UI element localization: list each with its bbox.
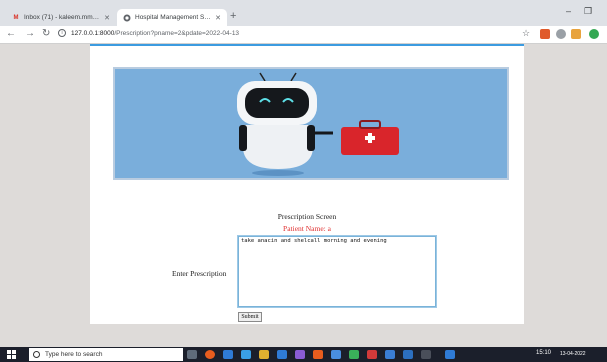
bookmark-star-icon[interactable]: ☆ [522, 28, 530, 39]
page-body: Prescription Screen Patient Name: a Ente… [90, 46, 524, 324]
taskbar-date: 13-04-2022 [560, 351, 586, 357]
url-path: /Prescription?pname=2&pdate=2022-04-13 [114, 29, 240, 37]
prescription-textarea[interactable]: take anacin and shelcall morning and eve… [237, 235, 437, 308]
patient-name: Patient Name: a [283, 224, 331, 233]
reload-icon[interactable]: ↻ [42, 28, 50, 39]
close-tab-icon[interactable]: ✕ [104, 14, 110, 22]
windows-taskbar: Type here to search 15:10 13-04-2022 [0, 347, 607, 362]
edge-icon[interactable] [223, 350, 233, 359]
app-icon[interactable] [367, 350, 377, 359]
banner-image [113, 67, 509, 180]
taskbar-time: 15:10 [536, 350, 552, 356]
tab-title: Inbox (71) - kaleem.mmd@gmai [24, 14, 100, 21]
close-tab-icon[interactable]: ✕ [215, 14, 221, 22]
extension-icon[interactable] [571, 29, 581, 39]
prescription-label: Enter Prescription [172, 269, 227, 278]
page-title: Prescription Screen [277, 212, 337, 221]
extension-icon[interactable] [540, 29, 550, 39]
globe-icon [123, 14, 131, 22]
tab-hospital[interactable]: Hospital Management System w ✕ [117, 9, 227, 26]
browser-toolbar: ← → ↻ i 127.0.0.1:8000 /Prescription?pna… [0, 26, 607, 44]
taskbar-search-placeholder: Type here to search [45, 351, 103, 358]
info-icon[interactable]: i [58, 29, 66, 37]
extension-icon[interactable] [589, 29, 599, 39]
app-icon[interactable] [295, 350, 305, 359]
app-icon[interactable] [277, 350, 287, 359]
extension-icon[interactable] [556, 29, 566, 39]
forward-icon[interactable]: → [25, 28, 35, 39]
file-explorer-icon[interactable] [259, 350, 269, 359]
restore-icon[interactable]: ❐ [584, 6, 592, 17]
taskbar-search[interactable]: Type here to search [29, 348, 183, 361]
back-icon[interactable]: ← [6, 28, 16, 39]
submit-button[interactable]: Submit [238, 312, 262, 322]
search-icon [33, 351, 40, 358]
app-icon[interactable] [313, 350, 323, 359]
new-tab-icon[interactable]: + [230, 10, 236, 22]
url-host: 127.0.0.1:8000 [71, 29, 115, 37]
app-icon[interactable] [445, 350, 455, 359]
browser-tab-strip: M Inbox (71) - kaleem.mmd@gmai ✕ Hospita… [0, 0, 607, 26]
app-icon[interactable] [421, 350, 431, 359]
app-icon[interactable] [385, 350, 395, 359]
app-icon[interactable] [205, 350, 215, 359]
tab-gmail[interactable]: M Inbox (71) - kaleem.mmd@gmai ✕ [6, 9, 116, 26]
address-bar[interactable]: i 127.0.0.1:8000 /Prescription?pname=2&p… [58, 29, 239, 37]
minimize-icon[interactable]: – [566, 6, 571, 16]
app-icon[interactable] [349, 350, 359, 359]
app-icon[interactable] [241, 350, 251, 359]
app-icon[interactable] [403, 350, 413, 359]
robot-medical-kit-illustration [237, 72, 399, 176]
app-icon[interactable] [331, 350, 341, 359]
windows-start-icon[interactable] [7, 350, 16, 359]
tab-title: Hospital Management System w [135, 14, 211, 21]
task-view-icon[interactable] [187, 350, 197, 359]
gmail-icon: M [13, 14, 19, 21]
